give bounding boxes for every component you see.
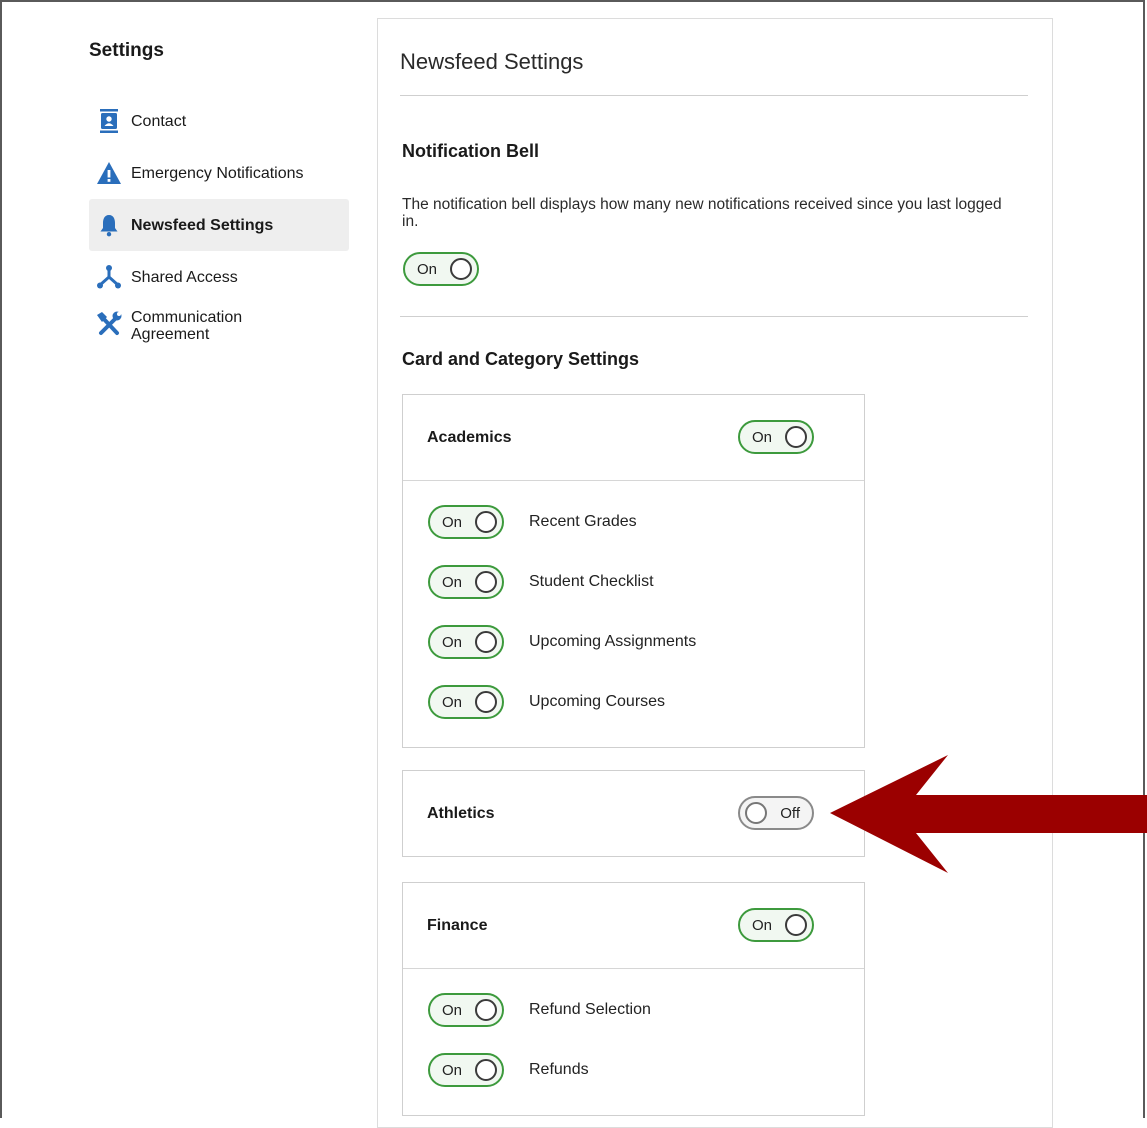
- notification-bell-heading: Notification Bell: [402, 141, 540, 161]
- toggle-knob: [745, 802, 767, 824]
- toggle-knob: [475, 999, 497, 1021]
- toggle-knob: [450, 258, 472, 280]
- sidebar-title: Settings: [89, 40, 164, 61]
- toggle-knob: [785, 426, 807, 448]
- finance-toggle[interactable]: On: [738, 908, 814, 942]
- sidebar-item-emergency-notifications[interactable]: Emergency Notifications: [89, 147, 349, 199]
- list-item: On Upcoming Assignments: [403, 613, 864, 673]
- card-finance: Finance On On Refund Selection On Refund…: [402, 882, 865, 1116]
- card-athletics: Athletics Off: [402, 770, 865, 857]
- list-item: On Refunds: [403, 1041, 864, 1101]
- toggle-label: On: [442, 634, 463, 651]
- recent-grades-toggle[interactable]: On: [428, 505, 504, 539]
- main-panel: Newsfeed Settings Notification Bell The …: [377, 18, 1053, 1128]
- card-title: Finance: [427, 917, 488, 934]
- card-title: Athletics: [427, 805, 495, 822]
- card-header: Finance On: [403, 883, 864, 968]
- list-item-label: Refund Selection: [529, 1001, 651, 1018]
- list-item: On Student Checklist: [403, 553, 864, 613]
- divider: [400, 316, 1028, 317]
- athletics-toggle[interactable]: Off: [738, 796, 814, 830]
- sidebar-item-label: Shared Access: [131, 268, 238, 286]
- list-item: On Recent Grades: [403, 493, 864, 553]
- contact-icon: [87, 109, 131, 133]
- list-item-label: Recent Grades: [529, 513, 637, 530]
- toggle-label: On: [417, 261, 438, 278]
- toggle-label: On: [442, 1062, 463, 1079]
- notification-bell-description: The notification bell displays how many …: [402, 196, 1002, 230]
- sidebar-item-shared-access[interactable]: Shared Access: [89, 251, 349, 303]
- sidebar-item-newsfeed-settings[interactable]: Newsfeed Settings: [89, 199, 349, 251]
- refund-selection-toggle[interactable]: On: [428, 993, 504, 1027]
- toggle-label: On: [752, 917, 773, 934]
- toggle-knob: [475, 571, 497, 593]
- sidebar-item-label: Newsfeed Settings: [131, 216, 274, 234]
- page-title: Newsfeed Settings: [400, 49, 584, 74]
- sidebar-item-communication-agreement[interactable]: Communication Agreement: [89, 303, 349, 359]
- list-item: On Upcoming Courses: [403, 673, 864, 733]
- list-item-label: Student Checklist: [529, 573, 654, 590]
- card-header: Academics On: [403, 395, 864, 480]
- upcoming-assignments-toggle[interactable]: On: [428, 625, 504, 659]
- list-item-label: Upcoming Courses: [529, 693, 666, 710]
- toggle-knob: [475, 511, 497, 533]
- toggle-label: On: [442, 574, 463, 591]
- sidebar-item-label: Emergency Notifications: [131, 164, 304, 182]
- toggle-label: On: [442, 514, 463, 531]
- divider: [400, 95, 1028, 96]
- sidebar-item-label: Communication Agreement: [131, 309, 243, 343]
- upcoming-courses-toggle[interactable]: On: [428, 685, 504, 719]
- list-item-label: Refunds: [529, 1061, 589, 1078]
- share-icon: [87, 264, 131, 290]
- toggle-knob: [475, 1059, 497, 1081]
- sidebar-item-label: Contact: [131, 112, 187, 130]
- card-header: Athletics Off: [403, 771, 864, 856]
- sidebar-nav: Contact Emergency Notifications Newsfeed…: [89, 95, 349, 359]
- toggle-label: On: [442, 1002, 463, 1019]
- sidebar-item-contact[interactable]: Contact: [89, 95, 349, 147]
- toggle-knob: [475, 691, 497, 713]
- tools-icon: [87, 309, 131, 337]
- toggle-label: On: [752, 429, 773, 446]
- bell-icon: [87, 213, 131, 237]
- list-item-label: Upcoming Assignments: [529, 633, 697, 650]
- toggle-knob: [475, 631, 497, 653]
- student-checklist-toggle[interactable]: On: [428, 565, 504, 599]
- card-title: Academics: [427, 429, 512, 446]
- warning-icon: [87, 161, 131, 185]
- toggle-label: On: [442, 694, 463, 711]
- toggle-label: Off: [780, 805, 800, 822]
- refunds-toggle[interactable]: On: [428, 1053, 504, 1087]
- notification-bell-toggle[interactable]: On: [403, 252, 479, 286]
- toggle-knob: [785, 914, 807, 936]
- academics-toggle[interactable]: On: [738, 420, 814, 454]
- list-item: On Refund Selection: [403, 981, 864, 1041]
- card-settings-heading: Card and Category Settings: [402, 349, 640, 369]
- card-academics: Academics On On Recent Grades On Student…: [402, 394, 865, 748]
- annotation-arrow-icon: [830, 755, 1147, 873]
